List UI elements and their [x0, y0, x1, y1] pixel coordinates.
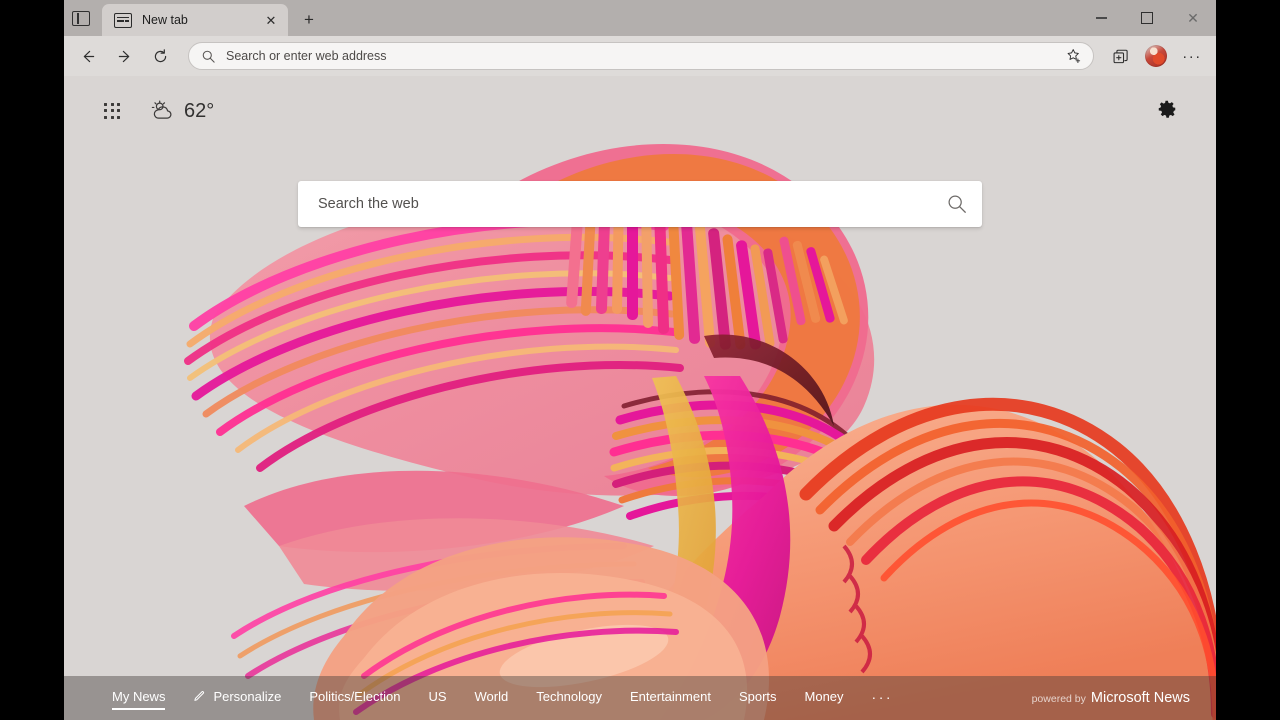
search-icon — [946, 193, 968, 215]
microsoft-news-brand: Microsoft News — [1091, 690, 1190, 706]
weather-temperature: 62° — [184, 100, 214, 123]
news-tab-label: World — [475, 689, 509, 704]
browser-window: New tab ✕ + ✕ — [64, 0, 1216, 720]
browser-tab[interactable]: New tab ✕ — [102, 4, 288, 36]
news-navigation-bar: My News Personalize Politics/Election US… — [64, 676, 1216, 720]
app-launcher-grid-icon[interactable] — [104, 103, 121, 120]
partly-cloudy-icon — [149, 100, 175, 122]
screen: New tab ✕ + ✕ — [0, 0, 1280, 720]
news-more-button[interactable]: ··· — [872, 689, 894, 708]
news-tab-us[interactable]: US — [428, 689, 446, 707]
close-window-button[interactable]: ✕ — [1170, 0, 1216, 36]
powered-by-microsoft-news: powered by Microsoft News — [1032, 690, 1190, 706]
collections-button[interactable] — [1102, 40, 1138, 72]
forward-arrow-icon — [116, 48, 133, 65]
back-button[interactable] — [70, 40, 106, 72]
profile-button[interactable] — [1138, 40, 1174, 72]
news-tab-label: Technology — [536, 689, 602, 704]
address-bar[interactable]: Search or enter web address — [188, 42, 1094, 70]
add-favorite-star-icon[interactable] — [1061, 43, 1087, 69]
ellipsis-icon: ··· — [1182, 48, 1202, 65]
news-tab-label: Money — [805, 689, 844, 704]
browser-settings-menu-button[interactable]: ··· — [1174, 40, 1210, 72]
new-tab-favicon — [114, 13, 132, 28]
refresh-button[interactable] — [142, 40, 178, 72]
forward-button[interactable] — [106, 40, 142, 72]
new-tab-button[interactable]: + — [294, 4, 324, 34]
collections-icon — [1112, 48, 1129, 65]
maximize-button[interactable] — [1124, 0, 1170, 36]
tab-strip: New tab ✕ + ✕ — [64, 0, 1216, 36]
page-settings-button[interactable] — [1156, 98, 1178, 125]
pencil-icon — [193, 690, 206, 703]
background-artwork — [64, 76, 1216, 720]
avatar — [1145, 45, 1167, 67]
news-tab-entertainment[interactable]: Entertainment — [630, 689, 711, 707]
news-tab-label: Personalize — [213, 689, 281, 704]
weather-widget[interactable]: 62° — [149, 100, 214, 123]
split-screen-glyph — [72, 11, 90, 26]
powered-by-label: powered by — [1032, 693, 1086, 705]
window-caption-buttons: ✕ — [1078, 0, 1216, 36]
news-tab-sports[interactable]: Sports — [739, 689, 777, 707]
news-tab-politics-election[interactable]: Politics/Election — [309, 689, 400, 707]
news-tab-my-news[interactable]: My News — [112, 689, 165, 707]
news-tab-label: US — [428, 689, 446, 704]
back-arrow-icon — [80, 48, 97, 65]
browser-toolbar: Search or enter web address — [64, 36, 1216, 76]
split-screen-icon[interactable] — [64, 0, 98, 36]
news-tab-label: Sports — [739, 689, 777, 704]
new-tab-page: 62° Search the web — [64, 76, 1216, 720]
page-header-row: 62° — [64, 76, 1216, 146]
address-input[interactable]: Search or enter web address — [226, 49, 1061, 63]
news-tab-label: Entertainment — [630, 689, 711, 704]
toolbar-right-actions: ··· — [1102, 40, 1210, 72]
search-icon — [201, 49, 216, 64]
news-tab-technology[interactable]: Technology — [536, 689, 602, 707]
web-search-input[interactable]: Search the web — [318, 196, 946, 212]
web-search-box[interactable]: Search the web — [298, 181, 982, 227]
minimize-button[interactable] — [1078, 0, 1124, 36]
news-tab-label: Politics/Election — [309, 689, 400, 704]
settings-gear-icon — [1156, 98, 1178, 120]
news-tab-personalize[interactable]: Personalize — [193, 689, 281, 707]
abstract-ribbon-art — [64, 76, 1216, 720]
news-tab-world[interactable]: World — [475, 689, 509, 707]
close-tab-icon[interactable]: ✕ — [260, 9, 282, 31]
close-icon: ✕ — [1187, 11, 1199, 25]
refresh-icon — [152, 48, 169, 65]
news-tab-money[interactable]: Money — [805, 689, 844, 707]
news-tab-label: My News — [112, 689, 165, 704]
tab-title: New tab — [142, 13, 260, 27]
